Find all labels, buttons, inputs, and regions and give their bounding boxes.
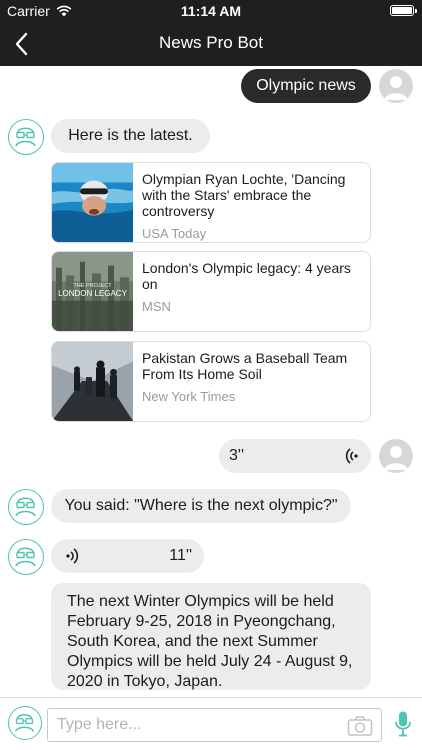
user-voice-message[interactable]: 3'' [219, 439, 371, 473]
clock: 11:14 AM [180, 3, 242, 19]
message-field[interactable] [47, 708, 382, 742]
bot-avatar[interactable] [8, 706, 42, 740]
avatar [379, 69, 413, 103]
news-thumbnail-baseball [52, 342, 133, 421]
user-message-text: Olympic news [256, 77, 356, 94]
input-bar [0, 697, 422, 750]
news-source: MSN [142, 299, 171, 314]
bot-message: You said: "Where is the next olympic?" [51, 489, 351, 523]
news-title: Olympian Ryan Lochte, 'Dancing with the … [142, 171, 346, 219]
voice-wave-icon [345, 448, 358, 464]
user-icon [384, 446, 408, 470]
bot-icon [15, 497, 36, 517]
microphone-icon[interactable] [393, 710, 413, 738]
user-message: Olympic news [241, 69, 371, 103]
bot-avatar [8, 539, 44, 575]
bot-icon [15, 547, 36, 567]
top-bar: Carrier 11:14 AM News Pro Bot [0, 0, 422, 66]
news-source: USA Today [142, 226, 207, 241]
thumbnail-caption: LONDON LEGACY [58, 289, 128, 298]
bot-icon [14, 714, 35, 732]
news-title: London's Olympic legacy: 4 years on [142, 260, 351, 292]
nav-bar: News Pro Bot [0, 22, 422, 66]
news-card[interactable]: THE PROJECT LONDON LEGACY London's Olymp… [51, 251, 371, 332]
bot-message-text: Here is the latest. [68, 127, 193, 144]
bot-message: The next Winter Olympics will be held Fe… [51, 583, 371, 690]
bot-message-text: You said: "Where is the next olympic?" [64, 497, 338, 514]
bot-message: Here is the latest. [51, 119, 210, 153]
page-title: News Pro Bot [159, 33, 263, 52]
news-card[interactable]: Olympian Ryan Lochte, 'Dancing with the … [51, 162, 371, 243]
voice-duration: 11'' [169, 547, 192, 564]
bot-avatar [8, 119, 44, 155]
voice-duration: 3'' [229, 447, 245, 464]
bot-avatar [8, 489, 44, 525]
news-title: Pakistan Grows a Baseball Team From Its … [142, 350, 348, 382]
camera-icon[interactable] [347, 715, 373, 737]
news-source: New York Times [142, 389, 236, 404]
avatar [379, 439, 413, 473]
bot-icon [15, 127, 36, 147]
battery-icon [390, 5, 417, 16]
user-icon [384, 76, 408, 100]
status-bar: Carrier 11:14 AM [0, 0, 422, 22]
news-thumbnail-london: THE PROJECT LONDON LEGACY [52, 252, 133, 331]
bot-message-text: The next Winter Olympics will be held Fe… [67, 593, 353, 690]
news-thumbnail-swimmer [52, 163, 133, 242]
news-card[interactable]: Pakistan Grows a Baseball Team From Its … [51, 341, 371, 422]
message-input[interactable] [57, 709, 337, 741]
voice-wave-icon [66, 548, 79, 564]
bot-voice-message[interactable]: 11'' [51, 539, 204, 573]
